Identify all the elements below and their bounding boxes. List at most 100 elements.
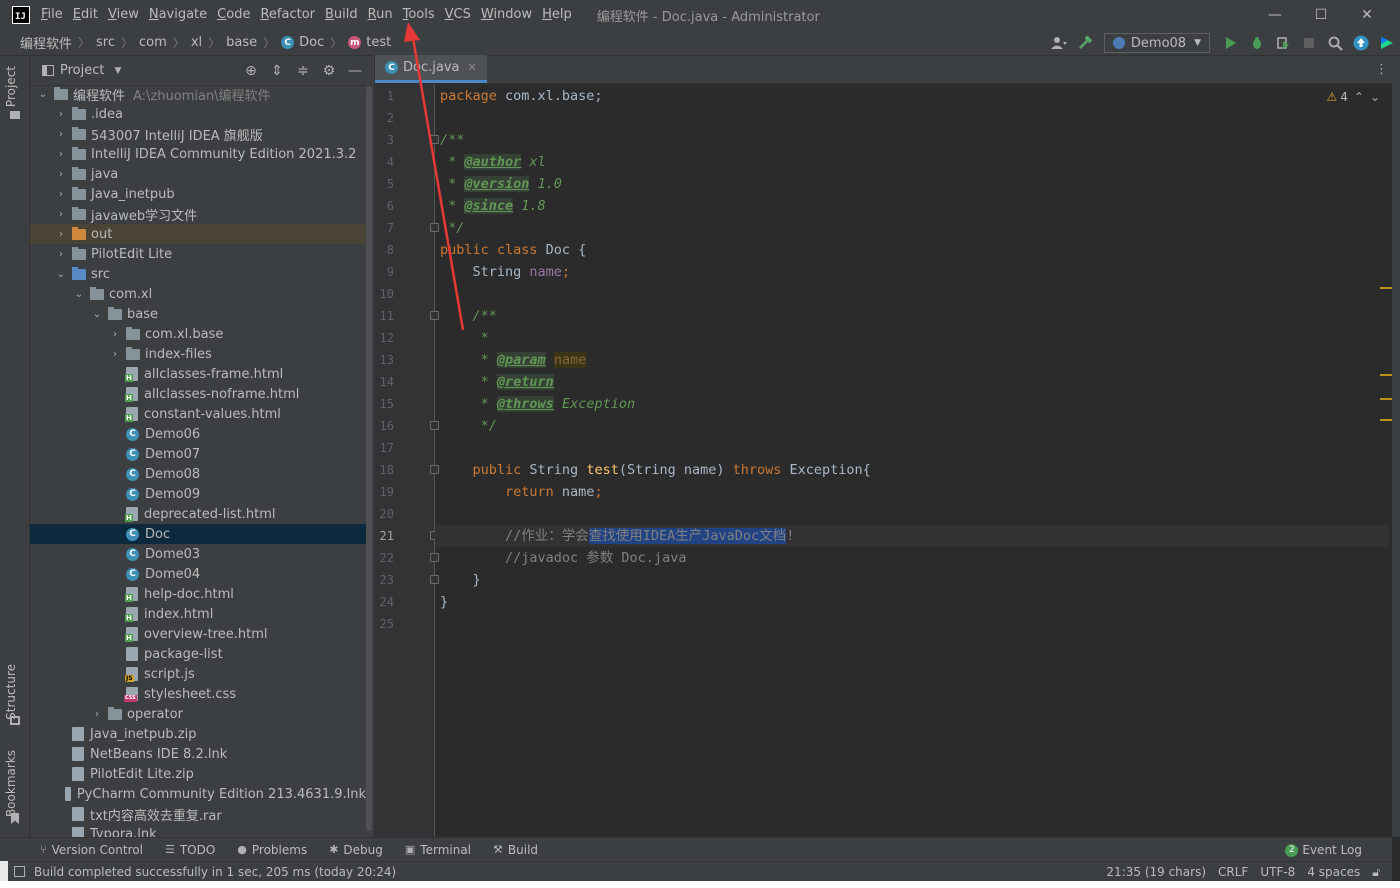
tree-item[interactable]: › out xyxy=(30,224,366,244)
chevron-right-icon[interactable]: › xyxy=(108,329,122,340)
tree-item[interactable]: NetBeans IDE 8.2.lnk xyxy=(30,744,366,764)
caret-position[interactable]: 21:35 (19 chars) xyxy=(1106,865,1206,879)
chevron-up-icon[interactable]: ⌃ xyxy=(1354,90,1364,104)
tree-item[interactable]: › .idea xyxy=(30,104,366,124)
tree-item[interactable]: PyCharm Community Edition 213.4631.9.lnk xyxy=(30,784,366,804)
chevron-right-icon[interactable]: › xyxy=(54,169,68,180)
code-area[interactable]: package com.xl.base; /** * @author xl * @… xyxy=(435,84,1390,837)
chevron-right-icon[interactable]: › xyxy=(54,129,68,140)
tool-tab-problems[interactable]: ● Problems xyxy=(237,843,307,857)
tree-item[interactable]: allclasses-noframe.html xyxy=(30,384,366,404)
chevron-down-icon[interactable]: ⌄ xyxy=(1370,90,1380,104)
chevron-right-icon[interactable]: › xyxy=(54,189,68,200)
menu-run[interactable]: Run xyxy=(363,0,398,30)
menu-build[interactable]: Build xyxy=(320,0,363,30)
menu-help[interactable]: Help xyxy=(537,0,577,30)
structure-tool-tab[interactable]: Structure xyxy=(4,664,18,720)
update-icon[interactable] xyxy=(1350,32,1372,54)
tree-item[interactable]: C Demo06 xyxy=(30,424,366,444)
tool-tab-terminal[interactable]: ▣ Terminal xyxy=(405,843,471,857)
menu-file[interactable]: File xyxy=(36,0,68,30)
build-hammer-icon[interactable] xyxy=(1074,32,1096,54)
coverage-icon[interactable] xyxy=(1272,32,1294,54)
tree-item[interactable]: index.html xyxy=(30,604,366,624)
file-encoding[interactable]: UTF-8 xyxy=(1260,865,1295,879)
tree-item[interactable]: › Java_inetpub xyxy=(30,184,366,204)
tree-item[interactable]: allclasses-frame.html xyxy=(30,364,366,384)
tool-tab-todo[interactable]: ☰ TODO xyxy=(165,843,215,857)
breadcrumb-item[interactable]: 编程软件 xyxy=(20,33,72,52)
tree-item[interactable]: › operator xyxy=(30,704,366,724)
minimize-button[interactable]: — xyxy=(1252,0,1298,30)
search-icon[interactable] xyxy=(1324,32,1346,54)
tree-item[interactable]: C Demo08 xyxy=(30,464,366,484)
line-separator[interactable]: CRLF xyxy=(1218,865,1248,879)
breadcrumb-item[interactable]: m test xyxy=(348,35,391,50)
tree-item[interactable]: › javaweb学习文件 xyxy=(30,204,366,224)
close-tab-icon[interactable]: ✕ xyxy=(467,61,476,74)
tool-tab-build[interactable]: ⚒ Build xyxy=(493,843,538,857)
editor-tab-doc-java[interactable]: C Doc.java ✕ xyxy=(375,55,487,83)
menu-edit[interactable]: Edit xyxy=(68,0,103,30)
tree-item[interactable]: script.js xyxy=(30,664,366,684)
breadcrumb-item[interactable]: C Doc xyxy=(281,35,324,50)
tree-item[interactable]: › IntelliJ IDEA Community Edition 2021.3.… xyxy=(30,144,366,164)
user-icon[interactable] xyxy=(1048,32,1070,54)
chevron-down-icon[interactable]: ⌄ xyxy=(90,309,104,320)
inspection-widget[interactable]: ⚠ 4 ⌃ ⌄ xyxy=(1326,90,1380,104)
tree-item[interactable]: overview-tree.html xyxy=(30,624,366,644)
menu-code[interactable]: Code xyxy=(212,0,255,30)
tree-item[interactable]: package-list xyxy=(30,644,366,664)
run-icon[interactable] xyxy=(1220,32,1242,54)
chevron-down-icon[interactable]: ⌄ xyxy=(54,269,68,280)
tree-item[interactable]: deprecated-list.html xyxy=(30,504,366,524)
menu-refactor[interactable]: Refactor xyxy=(255,0,320,30)
chevron-right-icon[interactable]: › xyxy=(54,109,68,120)
more-tabs-icon[interactable]: ⋮ xyxy=(1375,62,1388,77)
tree-item[interactable]: › PilotEdit Lite xyxy=(30,244,366,264)
menu-navigate[interactable]: Navigate xyxy=(144,0,212,30)
tool-tab-version-control[interactable]: ⑂ Version Control xyxy=(40,843,143,857)
chevron-right-icon[interactable]: › xyxy=(90,709,104,720)
project-tool-tab[interactable]: Project xyxy=(4,66,18,107)
chevron-right-icon[interactable]: › xyxy=(54,229,68,240)
chevron-down-icon[interactable]: ▼ xyxy=(114,66,121,76)
tree-item[interactable]: C Demo07 xyxy=(30,444,366,464)
collapse-all-icon[interactable]: ≑ xyxy=(290,63,316,79)
tree-root[interactable]: ⌄ 编程软件 A:\zhuomian\编程软件 xyxy=(30,84,366,104)
chevron-right-icon[interactable]: › xyxy=(54,209,68,220)
tree-item[interactable]: C Demo09 xyxy=(30,484,366,504)
project-tree-scrollbar[interactable] xyxy=(366,86,372,831)
breadcrumb-item[interactable]: base xyxy=(226,35,257,50)
tree-item[interactable]: C Doc xyxy=(30,524,366,544)
lock-icon[interactable]: 🔓︎ xyxy=(1372,865,1380,880)
error-stripe-mark[interactable] xyxy=(1380,419,1392,421)
project-view-select[interactable]: Project xyxy=(60,63,104,78)
tree-item[interactable]: constant-values.html xyxy=(30,404,366,424)
breadcrumb-item[interactable]: xl xyxy=(191,35,202,50)
expand-all-icon[interactable]: ⇕ xyxy=(264,63,290,79)
menu-window[interactable]: Window xyxy=(476,0,537,30)
locate-target-icon[interactable]: ⊕ xyxy=(238,63,264,79)
bookmarks-tool-tab[interactable]: Bookmarks xyxy=(4,750,18,817)
chevron-down-icon[interactable]: ⌄ xyxy=(36,89,50,100)
tree-item[interactable]: txt内容高效去重复.rar xyxy=(30,804,366,824)
tree-item[interactable]: stylesheet.css xyxy=(30,684,366,704)
menu-view[interactable]: View xyxy=(103,0,144,30)
chevron-right-icon[interactable]: › xyxy=(54,249,68,260)
breadcrumb-item[interactable]: com xyxy=(139,35,167,50)
gear-icon[interactable]: ⚙ xyxy=(316,63,342,79)
indent-settings[interactable]: 4 spaces xyxy=(1307,865,1360,879)
close-button[interactable]: ✕ xyxy=(1344,0,1390,30)
chevron-right-icon[interactable]: › xyxy=(108,349,122,360)
tree-item[interactable]: ⌄ com.xl xyxy=(30,284,366,304)
tree-item[interactable]: › com.xl.base xyxy=(30,324,366,344)
debug-bug-icon[interactable] xyxy=(1246,32,1268,54)
jetbrains-plugin-icon[interactable] xyxy=(1376,32,1398,54)
tree-item[interactable]: help-doc.html xyxy=(30,584,366,604)
tree-item[interactable]: PilotEdit Lite.zip xyxy=(30,764,366,784)
tree-item[interactable]: › 543007 IntelliJ IDEA 旗舰版 xyxy=(30,124,366,144)
tree-item[interactable]: ⌄ src xyxy=(30,264,366,284)
maximize-button[interactable]: ☐ xyxy=(1298,0,1344,30)
tree-item[interactable]: › java xyxy=(30,164,366,184)
